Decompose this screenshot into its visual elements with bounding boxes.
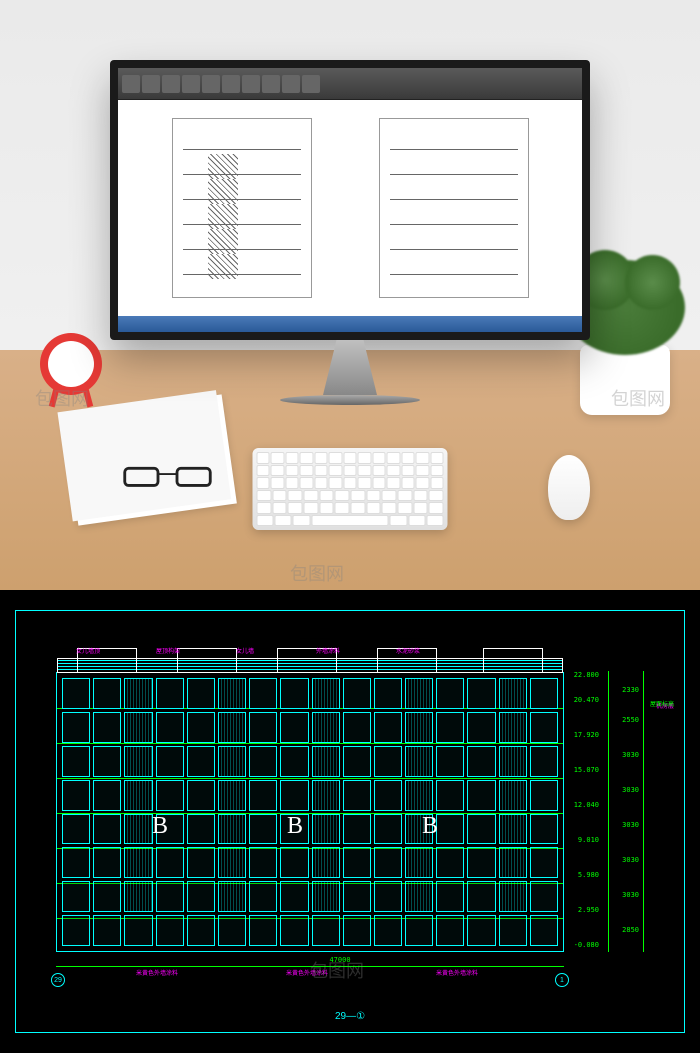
monitor: [110, 60, 590, 405]
eyeglasses: [120, 460, 215, 490]
material-annotation: 米黄色外墙涂料: [436, 968, 478, 977]
roof-structure: [177, 648, 237, 673]
dimension-line: [608, 671, 609, 952]
monitor-stand: [305, 340, 395, 395]
dimension: 2550: [622, 716, 639, 724]
elevation-marker: 2.950: [578, 906, 599, 914]
unit-label: B: [422, 813, 438, 840]
elevation-marker: 5.980: [578, 871, 599, 879]
mouse: [548, 455, 590, 520]
material-annotation: 外墙涂料: [316, 646, 340, 655]
building-outline: B B B: [56, 672, 564, 952]
material-annotation: 米黄色外墙涂料: [286, 968, 328, 977]
toolbar-icon[interactable]: [282, 75, 300, 93]
material-annotation: 屋顶构架: [156, 646, 180, 655]
elevation-marker: 12.040: [574, 801, 599, 809]
section-drawing: [172, 118, 312, 298]
grid-axis-bubble: 1: [555, 973, 569, 987]
toolbar-icon[interactable]: [182, 75, 200, 93]
windows-taskbar[interactable]: [118, 316, 582, 332]
drawing-border: B B B 女儿墙顶 屋顶构架 女儿墙 外墙涂料 水泥砂浆 22.800 20.…: [15, 610, 685, 1033]
clock-face: [48, 341, 94, 387]
cad-app-toolbar: [118, 68, 582, 100]
dimension-line: [643, 671, 644, 952]
dimension: 3030: [622, 786, 639, 794]
facade-windows: [57, 673, 563, 951]
monitor-base: [280, 395, 420, 405]
roof-note: 屋面标高: [650, 699, 674, 708]
dimension: 2330: [622, 686, 639, 694]
monitor-display: [118, 68, 582, 332]
cad-elevation-view: B B B 女儿墙顶 屋顶构架 女儿墙 外墙涂料 水泥砂浆 22.800 20.…: [0, 590, 700, 1053]
toolbar-icon[interactable]: [262, 75, 280, 93]
dimension: 3030: [622, 856, 639, 864]
desk-mockup-scene: 包图网 包图网 包图网: [0, 0, 700, 590]
elevation-marker: 20.470: [574, 696, 599, 704]
elevation-marker: 15.070: [574, 766, 599, 774]
building-elevation: B B B 女儿墙顶 屋顶构架 女儿墙 外墙涂料 水泥砂浆 22.800 20.…: [36, 641, 644, 982]
total-width-dimension: 47000: [329, 956, 350, 964]
toolbar-icon[interactable]: [162, 75, 180, 93]
roof-structure: [483, 648, 543, 673]
elevation-marker: 9.010: [578, 836, 599, 844]
material-annotation: 女儿墙顶: [76, 646, 100, 655]
toolbar-icon[interactable]: [222, 75, 240, 93]
dimension-line: [56, 966, 564, 967]
elevation-marker: -0.080: [574, 941, 599, 949]
toolbar-icon[interactable]: [142, 75, 160, 93]
material-annotation: 水泥砂浆: [396, 646, 420, 655]
drawing-title: 29—①: [335, 1011, 365, 1022]
keyboard: [253, 448, 448, 530]
dimension: 3030: [622, 821, 639, 829]
toolbar-icon[interactable]: [202, 75, 220, 93]
unit-label: B: [152, 813, 168, 840]
alarm-clock: [40, 333, 102, 395]
dimension: 3030: [622, 751, 639, 759]
elevation-marker: 22.800: [574, 671, 599, 679]
plant-pot: [580, 345, 670, 415]
elevation-drawing: [379, 118, 529, 298]
unit-label: B: [287, 813, 303, 840]
elevation-marker: 17.920: [574, 731, 599, 739]
toolbar-icon[interactable]: [302, 75, 320, 93]
toolbar-icon[interactable]: [122, 75, 140, 93]
dimension: 2850: [622, 926, 639, 934]
toolbar-icon[interactable]: [242, 75, 260, 93]
monitor-bezel: [110, 60, 590, 340]
dimension: 3030: [622, 891, 639, 899]
material-annotation: 米黄色外墙涂料: [136, 968, 178, 977]
grid-axis-bubble: 29: [51, 973, 65, 987]
cad-canvas[interactable]: [118, 100, 582, 316]
material-annotation: 女儿墙: [236, 646, 254, 655]
